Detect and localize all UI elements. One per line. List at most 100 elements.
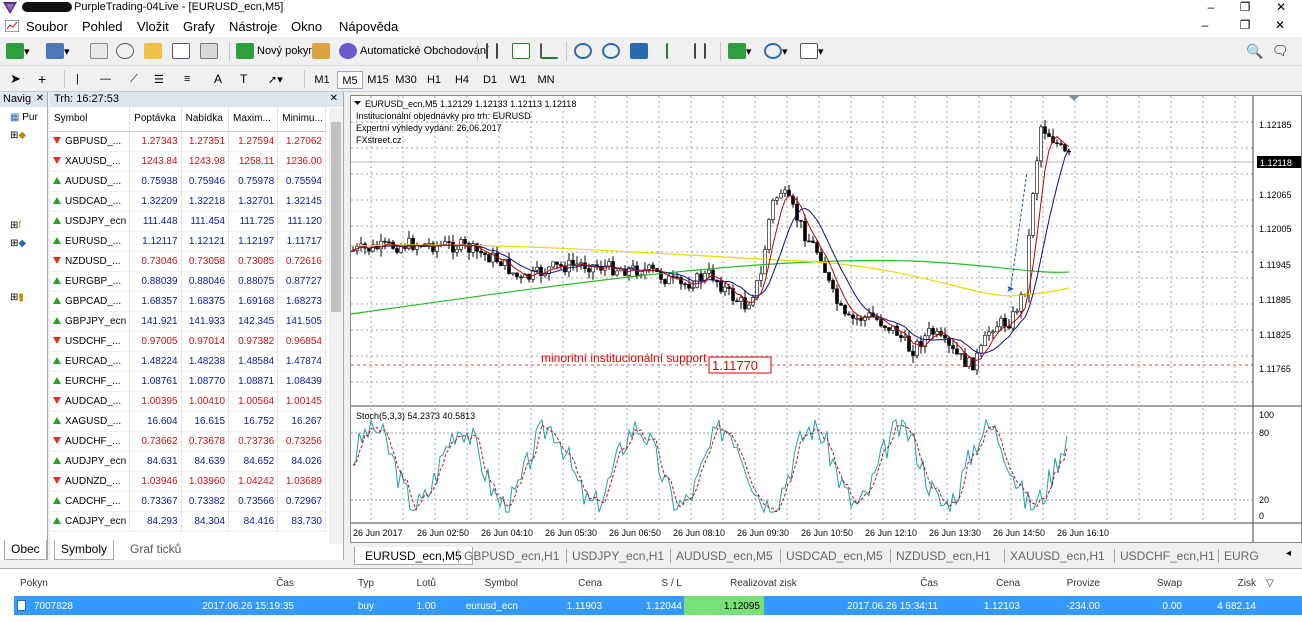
col-high[interactable]: Maxim... <box>228 107 279 132</box>
col-sl[interactable]: S / L <box>661 578 682 589</box>
tf-m1[interactable]: M1 <box>309 71 335 89</box>
channel-button[interactable]: ☰ <box>154 69 164 89</box>
text-label-button[interactable]: T <box>240 69 247 89</box>
navigator-indicators-node[interactable]: ⊞f <box>10 220 21 231</box>
market-watch-close-button[interactable]: ✕ <box>330 93 338 104</box>
market-watch-row[interactable]: GBPUSD_... 1.27343 1.27351 1.27594 1.27062 <box>50 131 326 152</box>
mdi-close-button[interactable]: ✕ <box>1270 18 1290 32</box>
indicators-button[interactable]: ▾ <box>728 41 752 61</box>
market-watch-row[interactable]: EURUSD_... 1.12117 1.12121 1.12197 1.11717 <box>50 231 326 252</box>
market-watch-row[interactable]: GBPCAD_... 1.68357 1.68375 1.69168 1.68273 <box>50 291 326 312</box>
menu-pohled[interactable]: Pohled <box>82 19 122 34</box>
templates-button[interactable]: ▾ <box>800 41 824 61</box>
market-watch-row[interactable]: GBPJPY_ecn 141.921 141.933 142.345 141.505 <box>50 311 326 332</box>
chart-tab[interactable]: XAUUSD_ecn,H1 <box>1010 547 1105 565</box>
col-swap[interactable]: Swap <box>1157 578 1182 589</box>
menu-vlozit[interactable]: Vložit <box>137 19 169 34</box>
col-tp[interactable]: Realizovat zisk <box>730 578 797 589</box>
market-watch-row[interactable]: AUDNZD_... 1.03946 1.03960 1.04242 1.03689 <box>50 471 326 492</box>
search-button[interactable]: 🔍 <box>1246 41 1263 61</box>
periods-button[interactable]: ▾ <box>764 41 788 61</box>
col-time[interactable]: Čas <box>276 578 294 589</box>
strategy-tester-button[interactable] <box>200 41 218 61</box>
vertical-line-button[interactable]: | <box>76 69 79 89</box>
market-watch-row[interactable]: AUDJPY_ecn 84.631 84.639 84.652 84.026 <box>50 451 326 472</box>
minimize-button[interactable]: – <box>1196 0 1226 16</box>
market-watch-row[interactable]: USDCHF_... 0.97005 0.97014 0.97382 0.96854 <box>50 331 326 352</box>
chart-tab[interactable]: EURG <box>1224 547 1259 565</box>
tab-tick-chart[interactable]: Graf ticků <box>124 540 187 560</box>
chat-button[interactable]: 🗨 <box>1272 41 1289 61</box>
chart-tab[interactable]: EURUSD_ecn,M5 <box>354 547 473 565</box>
market-watch-row[interactable]: CADCHF_... 0.73367 0.73382 0.73566 0.72967 <box>50 491 326 512</box>
chart-tab[interactable]: NZDUSD_ecn,H1 <box>896 547 991 565</box>
navigator-scripts-node[interactable]: ⊞▮ <box>10 292 24 303</box>
menu-grafy[interactable]: Grafy <box>183 19 215 34</box>
tf-d1[interactable]: D1 <box>477 71 503 89</box>
tabs-scroll-left-icon[interactable]: ◂ <box>1286 548 1291 559</box>
horizontal-line-button[interactable]: — <box>100 69 111 89</box>
cursor-button[interactable]: ➤ <box>10 69 21 89</box>
menu-nastroje[interactable]: Nástroje <box>229 19 277 34</box>
auto-trading-button[interactable]: Automatické Obchodování <box>339 41 489 61</box>
new-order-button[interactable]: Nový pokyn <box>236 41 314 61</box>
col-low[interactable]: Minimu... <box>277 107 326 132</box>
bar-chart-button[interactable] <box>486 41 498 61</box>
chart-tab[interactable]: USDCHF_ecn,H1 <box>1120 547 1215 565</box>
chart-window[interactable]: 1.12185 1.12065 1.12005 1.11945 1.11885 1.118… <box>350 95 1302 543</box>
terminal-button[interactable] <box>172 41 190 61</box>
menu-okno[interactable]: Okno <box>291 19 322 34</box>
chart-tab[interactable]: GBPUSD_ecn,H1 <box>464 547 559 565</box>
market-watch-scrollbar[interactable] <box>329 108 343 544</box>
market-watch-row[interactable]: EURCHF_... 1.08761 1.08770 1.08871 1.08439 <box>50 371 326 392</box>
line-chart-button[interactable] <box>540 41 558 61</box>
market-watch-row[interactable]: AUDCHF_... 0.73662 0.73678 0.73736 0.73256 <box>50 431 326 452</box>
navigator-account[interactable]: ▦ Pur <box>10 112 38 123</box>
navigator-accounts-node[interactable]: ⊞◆ <box>10 130 26 141</box>
maximize-button[interactable]: ❐ <box>1230 0 1260 16</box>
market-watch-row[interactable]: AUDCAD_... 1.00395 1.00410 1.00564 1.00145 <box>50 391 326 412</box>
trade-row[interactable]: 7007828 2017.06.26 15:19:35 buy 1.00 eurusd_… <box>14 596 1302 615</box>
market-watch-row[interactable]: XAUUSD_... 1243.84 1243.98 1258.11 1236.00 <box>50 151 326 172</box>
market-watch-row[interactable]: USDJPY_ecn 111.448 111.454 111.725 111.120 <box>50 211 326 232</box>
market-watch-row[interactable]: CADJPY_ecn 84.293 84.304 84.416 83.730 <box>50 511 326 532</box>
arrows-button[interactable]: ➚▾ <box>268 69 283 89</box>
navigator-experts-node[interactable]: ⊞◆ <box>10 238 26 249</box>
chart-canvas[interactable]: 1.12185 1.12065 1.12005 1.11945 1.11885 1.118… <box>350 96 1301 542</box>
mdi-restore-button[interactable]: ❐ <box>1235 18 1255 32</box>
col-price[interactable]: Cena <box>578 578 602 589</box>
tf-m15[interactable]: M15 <box>365 71 391 89</box>
market-watch-row[interactable]: USDCAD_... 1.32209 1.32218 1.32701 1.32145 <box>50 191 326 212</box>
tf-m5[interactable]: M5 <box>337 71 363 89</box>
data-window-button[interactable] <box>116 41 134 61</box>
col-type[interactable]: Typ <box>358 578 374 589</box>
mdi-minimize-button[interactable]: – <box>1195 18 1215 32</box>
text-button[interactable]: A <box>214 69 222 89</box>
col-lots[interactable]: Lotů <box>417 578 436 589</box>
navigator-close-button[interactable]: ✕ <box>36 93 44 104</box>
crosshair-button[interactable]: + <box>38 69 46 89</box>
metaeditor-button[interactable] <box>312 41 330 61</box>
profiles-button[interactable]: ▾ <box>46 41 70 61</box>
autoscroll-button[interactable] <box>694 41 706 61</box>
chart-tab[interactable]: AUDUSD_ecn,M5 <box>676 547 773 565</box>
col-symbol[interactable]: Symbol <box>50 107 131 132</box>
tf-m30[interactable]: M30 <box>393 71 419 89</box>
col-symbol[interactable]: Symbol <box>485 578 518 589</box>
col-close-time[interactable]: Čas <box>920 578 938 589</box>
new-chart-button[interactable]: ▾ <box>6 41 30 61</box>
tf-mn[interactable]: MN <box>533 71 559 89</box>
market-watch-row[interactable]: AUDUSD_... 0.75938 0.75946 0.75978 0.75594 <box>50 171 326 192</box>
col-close-price[interactable]: Cena <box>996 578 1020 589</box>
navigator-button[interactable] <box>144 41 162 61</box>
col-commission[interactable]: Provize <box>1067 578 1100 589</box>
zoom-out-button[interactable] <box>602 41 620 61</box>
col-ask[interactable]: Nabídka <box>181 107 230 132</box>
sort-icon[interactable]: ▽ <box>1266 578 1274 589</box>
fibonacci-button[interactable]: ≡ <box>184 69 190 89</box>
close-window-button[interactable]: ✕ <box>1266 0 1296 16</box>
chart-shift-button[interactable] <box>666 41 684 61</box>
market-watch-row[interactable]: EURCAD_... 1.48224 1.48238 1.48584 1.47874 <box>50 351 326 372</box>
market-watch-row[interactable]: NZDUSD_... 0.73046 0.73058 0.73085 0.72616 <box>50 251 326 272</box>
tf-h1[interactable]: H1 <box>421 71 447 89</box>
